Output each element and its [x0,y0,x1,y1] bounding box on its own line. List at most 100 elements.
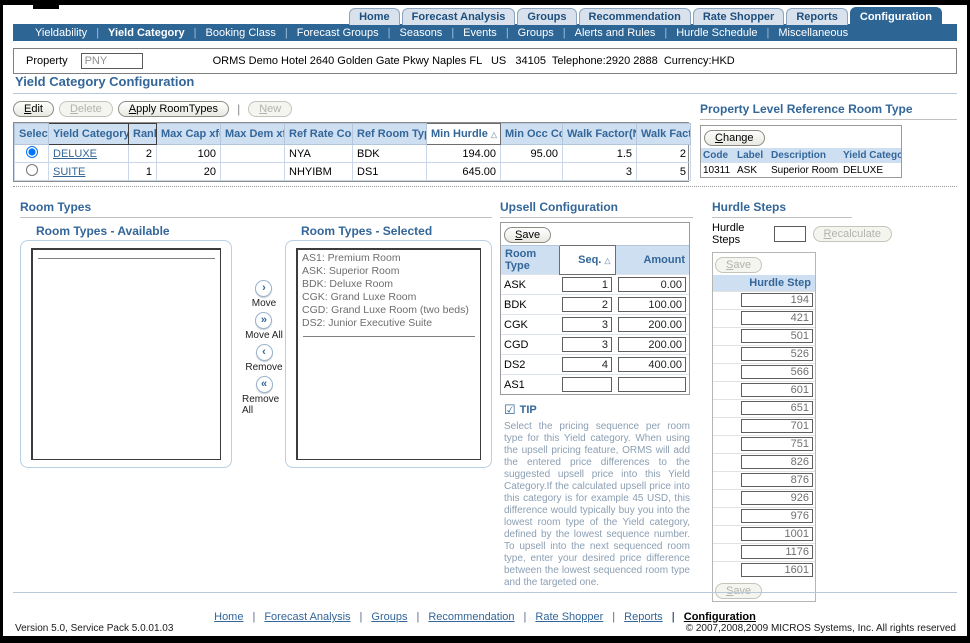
list-item[interactable]: DS2: Junior Executive Suite [298,317,480,330]
nav-item-seasons[interactable]: Seasons [379,27,443,39]
reference-room-type-section: Property Level Reference Room Type Chang… [700,102,957,178]
hurdle-save-button-top[interactable]: Save [715,257,762,273]
list-item[interactable]: BDK: Deluxe Room [298,278,480,291]
column-header-yield-category[interactable]: Yield Category [49,124,129,145]
footer-link-recommendation[interactable]: Recommendation [407,611,514,623]
change-button[interactable]: Change [704,130,765,146]
top-tab-bar: Home Forecast Analysis Groups Recommenda… [349,7,942,25]
amount-input-cgd[interactable] [618,337,686,352]
recalculate-button[interactable]: Recalculate [813,226,893,242]
hurdle-step-row [713,363,815,381]
yield-category-link-deluxe[interactable]: DELUXE [53,148,97,160]
hurdle-steps-count-input[interactable] [774,226,806,242]
hurdle-step-input[interactable] [741,545,813,559]
hurdle-step-input[interactable] [741,347,813,361]
hurdle-step-input[interactable] [741,419,813,433]
hurdle-step-input[interactable] [741,401,813,415]
tab-forecast-analysis[interactable]: Forecast Analysis [402,8,516,25]
row-select-radio-deluxe[interactable] [26,146,38,158]
hurdle-step-input[interactable] [741,437,813,451]
column-header-min-hurdle[interactable]: Min Hurdle△ [427,124,501,145]
hurdle-step-input[interactable] [741,365,813,379]
list-item[interactable]: AS1: Premium Room [298,252,480,265]
hurdle-step-input[interactable] [741,473,813,487]
column-header-max-cap-xfer: Max Cap xfer [157,124,221,145]
list-item[interactable]: CGD: Grand Luxe Room (two beds) [298,304,480,317]
new-button[interactable]: New [248,101,292,117]
footer-link-groups[interactable]: Groups [351,611,408,623]
column-header-rank[interactable]: Rank [129,124,157,145]
upsell-save-button[interactable]: Save [504,227,551,243]
nav-item-hurdle-schedule[interactable]: Hurdle Schedule [655,27,757,39]
tab-recommendation[interactable]: Recommendation [579,8,691,25]
hurdle-step-input[interactable] [741,383,813,397]
hurdle-step-input[interactable] [741,311,813,325]
row-select-radio-suite[interactable] [26,164,38,176]
hurdle-steps-input-label: Hurdle Steps [712,222,767,246]
hurdle-step-input[interactable] [741,455,813,469]
remove-all-button[interactable]: « Remove All [242,376,286,416]
nav-item-alerts-and-rules[interactable]: Alerts and Rules [554,27,656,39]
seq-input-cgk[interactable] [562,317,612,332]
footer-link-home[interactable]: Home [214,611,243,623]
nav-item-booking-class[interactable]: Booking Class [185,27,276,39]
hurdle-step-input[interactable] [741,329,813,343]
listbox-separator [303,336,475,337]
nav-item-yield-category[interactable]: Yield Category [87,27,184,39]
hurdle-step-input[interactable] [741,527,813,541]
hurdle-steps-section: Hurdle Steps Hurdle Steps Recalculate Sa… [712,200,892,602]
upsell-row-ask: ASK [501,275,689,295]
amount-input-ask[interactable] [618,277,686,292]
hurdle-step-input[interactable] [741,509,813,523]
nav-item-events[interactable]: Events [442,27,497,39]
tab-groups[interactable]: Groups [517,8,576,25]
edit-button[interactable]: Edit [13,101,54,117]
amount-input-cgk[interactable] [618,317,686,332]
tip-check-icon: ☑ [504,402,516,418]
seq-input-ds2[interactable] [562,357,612,372]
tab-home[interactable]: Home [349,8,400,25]
footer-link-forecast-analysis[interactable]: Forecast Analysis [243,611,350,623]
hurdle-save-button-bottom[interactable]: Save [715,583,762,599]
move-all-button[interactable]: » Move All [245,312,283,341]
list-item[interactable]: CGK: Grand Luxe Room [298,291,480,304]
hurdle-step-input[interactable] [741,491,813,505]
nav-item-forecast-groups[interactable]: Forecast Groups [276,27,379,39]
footer-link-configuration[interactable]: Configuration [663,611,756,623]
delete-button[interactable]: Delete [59,101,113,117]
amount-input-as1[interactable] [618,377,686,392]
column-header-room-type: Room Type [501,246,559,275]
room-types-selected-listbox[interactable]: AS1: Premium Room ASK: Superior Room BDK… [296,248,481,460]
room-types-available-listbox[interactable] [31,248,221,460]
hurdle-step-input[interactable] [741,563,813,577]
hurdle-steps-input-row: Hurdle Steps Recalculate [712,222,892,246]
column-header-seq[interactable]: Seq.△ [559,246,615,275]
seq-input-bdk[interactable] [562,297,612,312]
footer-link-reports[interactable]: Reports [603,611,662,623]
property-input[interactable] [81,53,143,69]
remove-button[interactable]: ‹ Remove [245,344,282,373]
footer-link-rate-shopper[interactable]: Rate Shopper [515,611,604,623]
move-button[interactable]: › Move [252,280,276,309]
cell-min-hurdle: 645.00 [427,163,501,181]
amount-input-ds2[interactable] [618,357,686,372]
seq-input-ask[interactable] [562,277,612,292]
nav-item-groups[interactable]: Groups [497,27,554,39]
column-header-code: Code [701,148,735,163]
yield-category-link-suite[interactable]: SUITE [53,166,85,178]
list-item[interactable]: ASK: Superior Room [298,265,480,278]
cell-walk-factor-ny: 3 [563,163,637,181]
nav-item-miscellaneous[interactable]: Miscellaneous [758,27,849,39]
seq-input-cgd[interactable] [562,337,612,352]
tab-reports[interactable]: Reports [786,8,848,25]
table-row-suite: SUITE 1 20 NHYIBM DS1 645.00 3 5 [15,163,691,181]
tab-configuration[interactable]: Configuration [850,7,942,25]
amount-input-bdk[interactable] [618,297,686,312]
hurdle-step-row [713,345,815,363]
nav-item-yieldability[interactable]: Yieldability [35,27,87,39]
apply-roomtypes-button[interactable]: Apply RoomTypes [118,101,229,117]
tab-rate-shopper[interactable]: Rate Shopper [693,8,785,25]
remove-all-label: Remove All [242,394,286,416]
seq-input-as1[interactable] [562,377,612,392]
hurdle-step-input[interactable] [741,293,813,307]
